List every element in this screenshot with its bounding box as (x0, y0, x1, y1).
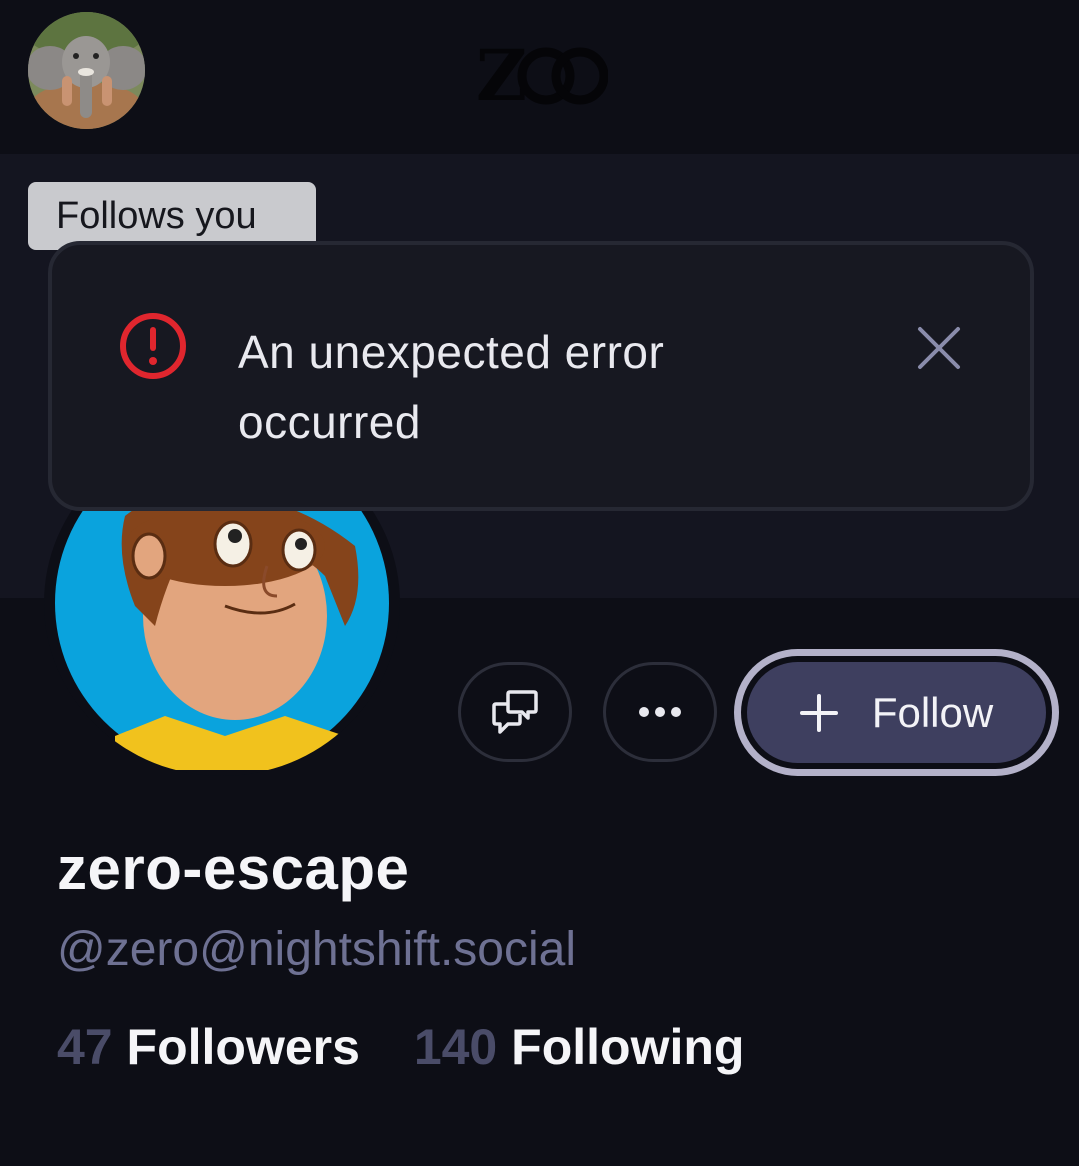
follow-button-ring: Follow (741, 656, 1052, 769)
display-name: zero-escape (57, 835, 410, 902)
zoo-logo: Z (476, 36, 608, 108)
message-bubbles-icon (492, 690, 538, 734)
plus-icon (799, 693, 838, 732)
follow-button[interactable]: Follow (734, 649, 1059, 776)
error-circle-icon (120, 313, 186, 379)
account-handle: @zero@nightshift.social (57, 923, 576, 976)
more-options-button[interactable] (603, 662, 717, 762)
error-message: An unexpected error occurred (238, 326, 665, 448)
account-avatar[interactable] (28, 12, 145, 129)
followers-count: 47 (57, 1019, 113, 1075)
follow-button-body: Follow (747, 662, 1046, 763)
follow-label: Follow (871, 688, 994, 736)
top-bar: Z (0, 0, 1079, 154)
close-icon[interactable] (916, 325, 962, 371)
follows-you-badge: Follows you (28, 182, 316, 250)
following-count: 140 (413, 1019, 498, 1075)
followers-label: Followers (126, 1019, 360, 1075)
elephant-avatar-icon (28, 12, 145, 129)
error-toast: An unexpected error occurred (48, 241, 1034, 511)
following-link[interactable]: 140 Following (414, 1019, 745, 1075)
profile-page: Z Follows you An unexpected error occurr… (0, 0, 1079, 1166)
followers-link[interactable]: 47 Followers (57, 1019, 374, 1075)
ellipsis-icon (639, 707, 681, 717)
following-label: Following (511, 1019, 745, 1075)
follow-stats: 47 Followers 140 Following (57, 1018, 744, 1076)
message-button[interactable] (458, 662, 572, 762)
